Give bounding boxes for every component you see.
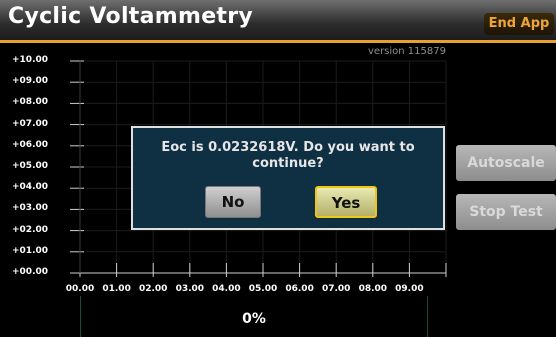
title-bar: Cyclic Voltammetry End App [0,0,556,42]
y-tick-label: +02.00 [12,224,49,235]
version-label: version 115879 [368,46,446,57]
progress-bar: 0% [80,296,428,337]
x-tick-label: 01.00 [102,284,131,294]
x-tick-label: 03.00 [175,284,205,294]
y-tick-label: +05.00 [12,161,49,171]
yes-button[interactable]: Yes [315,186,377,218]
y-tick-label: +07.00 [12,118,49,129]
dialog-message-line1: Eoc is 0.0232618V. Do you want to [161,140,415,155]
dialog-message: Eoc is 0.0232618V. Do you want to contin… [133,140,443,172]
confirm-dialog: Eoc is 0.0232618V. Do you want to contin… [131,126,445,230]
dialog-message-line2: continue? [252,156,324,171]
autoscale-button[interactable]: Autoscale [456,145,556,181]
x-tick-label: 02.00 [138,284,168,294]
y-tick-label: +04.00 [12,182,49,193]
no-button[interactable]: No [205,186,261,218]
y-tick-label: +06.00 [12,139,49,150]
y-tick-label: +10.00 [12,55,49,65]
x-tick-label: 07.00 [321,284,351,294]
y-tick-label: +08.00 [12,97,49,108]
app-title: Cyclic Voltammetry [8,4,254,29]
stop-test-button[interactable]: Stop Test [456,194,556,230]
x-tick-label: 05.00 [248,284,278,294]
x-tick-label: 04.00 [212,284,241,294]
x-tick-label: 08.00 [358,284,388,294]
y-tick-label: +03.00 [12,203,49,214]
y-tick-label: +01.00 [12,245,49,256]
progress-text: 0% [242,311,266,327]
x-tick-label: 09.00 [395,284,424,294]
y-tick-label: +09.00 [12,76,49,87]
x-tick-label: 00.00 [65,284,95,294]
x-tick-label: 06.00 [285,284,314,294]
end-app-button[interactable]: End App [484,13,554,35]
y-tick-label: +00.00 [12,267,49,277]
